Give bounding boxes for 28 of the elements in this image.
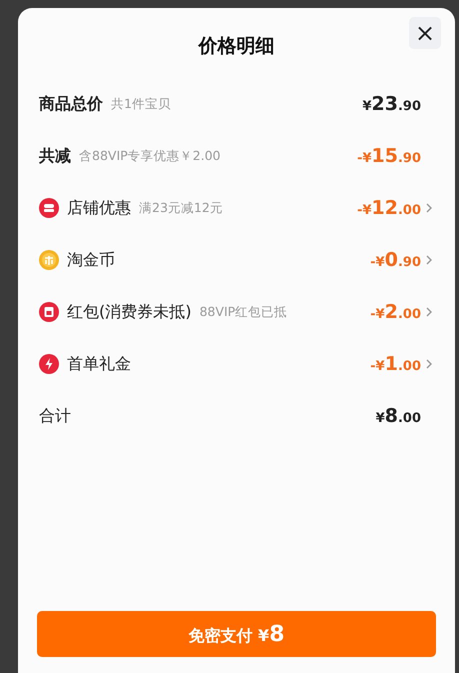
amount-text: ¥8.00 bbox=[376, 404, 421, 429]
chevron-icon[interactable] bbox=[425, 254, 433, 266]
gift-envelope-icon bbox=[39, 302, 59, 322]
row-note: 含88VIP专享优惠￥2.00 bbox=[79, 146, 221, 165]
row-note: 88VIP红包已抵 bbox=[199, 302, 288, 321]
coin-icon bbox=[39, 250, 59, 270]
lightning-icon bbox=[39, 354, 59, 374]
row-label: 淘金币 bbox=[67, 249, 115, 271]
row-label: 共减 bbox=[39, 145, 71, 167]
chevron-icon[interactable] bbox=[425, 306, 433, 318]
row-label: 店铺优惠 bbox=[67, 197, 131, 219]
close-button[interactable]: × bbox=[409, 17, 441, 49]
amount-text: -¥12.00 bbox=[357, 196, 421, 221]
chevron-icon[interactable] bbox=[425, 202, 433, 214]
amount-text: -¥15.90 bbox=[357, 144, 421, 169]
row-label: 红包(消费券未抵) bbox=[67, 301, 192, 323]
amount-text: -¥1.00 bbox=[370, 352, 421, 377]
row-label: 合计 bbox=[39, 405, 71, 427]
chevron-icon[interactable] bbox=[425, 358, 433, 370]
row-label: 商品总价 bbox=[39, 93, 103, 115]
sheet-title: 价格明细 bbox=[198, 35, 274, 57]
amount-text: -¥2.00 bbox=[370, 300, 421, 325]
amount-text: ¥23.90 bbox=[362, 92, 421, 117]
row-label: 首单礼金 bbox=[67, 353, 131, 375]
row-note: 满23元减12元 bbox=[139, 198, 223, 217]
store-icon bbox=[39, 198, 59, 218]
row-note: 共1件宝贝 bbox=[111, 94, 171, 113]
amount-text: -¥0.90 bbox=[370, 248, 421, 273]
